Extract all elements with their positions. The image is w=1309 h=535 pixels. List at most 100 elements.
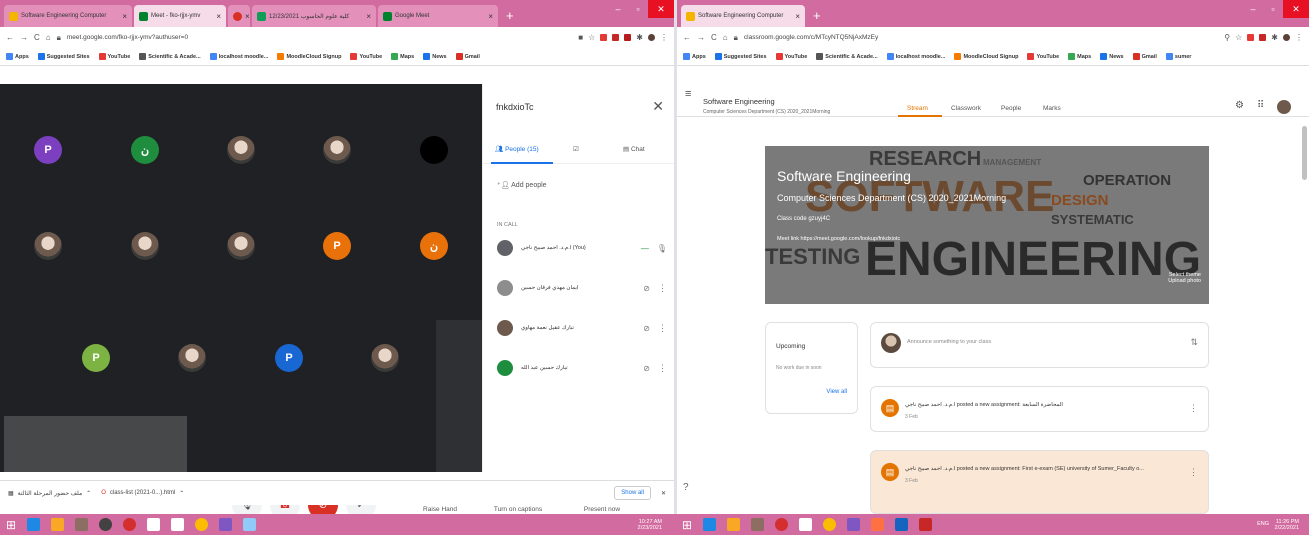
participant-tile[interactable] (178, 344, 206, 372)
bookmark-item[interactable]: News (423, 53, 447, 60)
profile-avatar[interactable] (1277, 100, 1291, 114)
course-title[interactable]: Software Engineering (703, 97, 775, 106)
pdf-icon[interactable] (919, 518, 933, 531)
tab-activities[interactable]: ☑ (573, 145, 579, 153)
participant-row[interactable]: تبارك عقيل نعمة مهاوي ⊘ ⋮ (497, 317, 667, 339)
bookmark-item[interactable]: MoodleCloud Signup (954, 53, 1018, 60)
puzzle-icon[interactable]: ✱ (636, 33, 643, 42)
tab-classroom[interactable]: Software Engineering Computer × (681, 5, 805, 27)
participant-tile[interactable]: P (34, 136, 62, 164)
raise-hand-label[interactable]: Raise Hand (410, 506, 470, 513)
bookmark-item[interactable]: MoodleCloud Signup (277, 53, 341, 60)
document-icon[interactable] (171, 518, 185, 531)
app-icon[interactable] (751, 518, 765, 531)
bookmark-item[interactable]: YouTube (350, 53, 382, 60)
mic-icon[interactable]: 🎙︎ (657, 244, 667, 253)
chrome-icon[interactable] (823, 518, 837, 531)
present-button[interactable]: Present now (572, 506, 632, 513)
maximize-button[interactable]: ▫ (1263, 0, 1283, 18)
app-icon[interactable] (75, 518, 89, 531)
document-icon[interactable] (147, 518, 161, 531)
bookmark-item[interactable]: Suggested Sites (37, 53, 90, 60)
minimize-button[interactable]: – (608, 0, 628, 18)
bookmark-apps[interactable]: Apps (683, 53, 706, 60)
language-indicator[interactable]: ENG (1257, 521, 1269, 527)
participant-tile[interactable] (420, 136, 448, 164)
tab-classwork[interactable]: Classwork (951, 105, 981, 112)
download-item[interactable]: Oclass-list (2021-0...).html ⌃ (101, 490, 184, 497)
camera-icon[interactable]: ■ (578, 33, 583, 42)
close-window-button[interactable]: ✕ (1283, 0, 1309, 18)
stream-post[interactable]: ▤ ا.م.د. احمد صبيح ناجي posted a new ass… (870, 450, 1209, 514)
scrollbar[interactable] (1302, 126, 1307, 180)
bookmark-item[interactable]: Maps (391, 53, 414, 60)
search-icon[interactable]: ⚲ (1224, 33, 1230, 42)
menu-icon[interactable]: ⋮ (660, 33, 668, 42)
extension-icon[interactable] (612, 34, 620, 41)
view-all-link[interactable]: View all (826, 389, 847, 395)
app-icon[interactable] (847, 518, 861, 531)
participant-tile[interactable]: P (323, 232, 351, 260)
captions-button[interactable]: Turn on captions (488, 506, 548, 513)
participant-tile[interactable] (227, 136, 255, 164)
repost-icon[interactable]: ⇅ (1190, 337, 1198, 348)
forward-icon[interactable]: → (20, 33, 28, 42)
start-button[interactable]: ⊞ (6, 518, 16, 532)
settings-icon[interactable]: ⚙︎ (1235, 100, 1244, 111)
participant-row[interactable]: تبارك حسين عبد الله ⊘ ⋮ (497, 357, 667, 379)
home-icon[interactable]: ⌂ (46, 33, 51, 42)
stream-post[interactable]: ▤ ا.م.د. احمد صبيح ناجي posted a new ass… (870, 386, 1209, 432)
add-people-button[interactable]: ⁺👤︎ Add people (497, 181, 547, 189)
participant-tile[interactable]: P (82, 344, 110, 372)
bookmark-item[interactable]: YouTube (1027, 53, 1059, 60)
bookmark-item[interactable]: localhost moodle... (209, 53, 268, 60)
firefox-icon[interactable] (871, 518, 885, 531)
puzzle-icon[interactable]: ✱ (1271, 33, 1278, 42)
bookmark-item[interactable]: sumer (1165, 53, 1191, 60)
folder-icon[interactable] (51, 518, 65, 531)
document-icon[interactable] (799, 518, 813, 531)
more-options-icon[interactable]: ⋮ (1189, 467, 1198, 478)
hamburger-menu-icon[interactable]: ≡ (685, 88, 691, 100)
bookmark-item[interactable]: Gmail (1132, 53, 1157, 60)
participant-tile[interactable] (371, 344, 399, 372)
class-code[interactable]: Class code gzuyj4C (777, 216, 830, 222)
start-button[interactable]: ⊞ (682, 518, 692, 532)
bookmark-item[interactable]: Suggested Sites (714, 53, 767, 60)
tab-people[interactable]: People (1001, 105, 1021, 112)
new-tab-button[interactable]: + (807, 5, 827, 27)
close-tab-icon[interactable]: × (488, 12, 493, 21)
star-icon[interactable]: ☆ (1235, 33, 1242, 42)
download-item[interactable]: ▦ ملف حضور المرحلة الثالثة ⌃ (8, 490, 91, 497)
tab-stream[interactable]: Stream (907, 105, 928, 112)
bookmark-item[interactable]: News (1100, 53, 1124, 60)
participant-tile[interactable]: ن (131, 136, 159, 164)
announce-box[interactable]: Announce something to your class ⇅ (870, 322, 1209, 368)
extension-icon[interactable] (600, 34, 608, 41)
new-tab-button[interactable]: + (500, 5, 520, 27)
back-icon[interactable]: ← (6, 33, 14, 42)
participant-tile[interactable] (131, 232, 159, 260)
chrome-icon[interactable] (195, 518, 209, 531)
word-icon[interactable] (895, 518, 909, 531)
close-icon[interactable]: ✕ (652, 98, 664, 115)
bookmark-item[interactable]: Gmail (455, 53, 480, 60)
participant-tile[interactable] (323, 136, 351, 164)
extension-icon[interactable] (1259, 34, 1267, 41)
bookmark-apps[interactable]: Apps (6, 53, 29, 60)
back-icon[interactable]: ← (683, 33, 691, 42)
tab-people[interactable]: 👥︎ People (15) (495, 145, 539, 153)
opera-icon[interactable] (775, 518, 789, 531)
participant-row[interactable]: ا.م.د. احمد صبيح ناجي (You) — 🎙︎ (497, 237, 667, 259)
tab-chat[interactable]: ▤ Chat (623, 145, 645, 153)
participant-tile[interactable] (227, 232, 255, 260)
opera-icon[interactable] (123, 518, 137, 531)
participant-tile[interactable] (34, 232, 62, 260)
more-options-icon[interactable]: ⋮ (1189, 403, 1198, 414)
ie-icon[interactable] (703, 518, 717, 531)
system-clock[interactable]: 10:27 AM 2/23/2021 (638, 519, 662, 531)
system-clock[interactable]: 11:26 PM 2/22/2021 (1275, 519, 1299, 531)
close-tab-icon[interactable]: × (122, 12, 127, 21)
bookmark-item[interactable]: YouTube (98, 53, 130, 60)
tab-meet[interactable]: Meet - fko-rjjx-ymv × (134, 5, 226, 27)
